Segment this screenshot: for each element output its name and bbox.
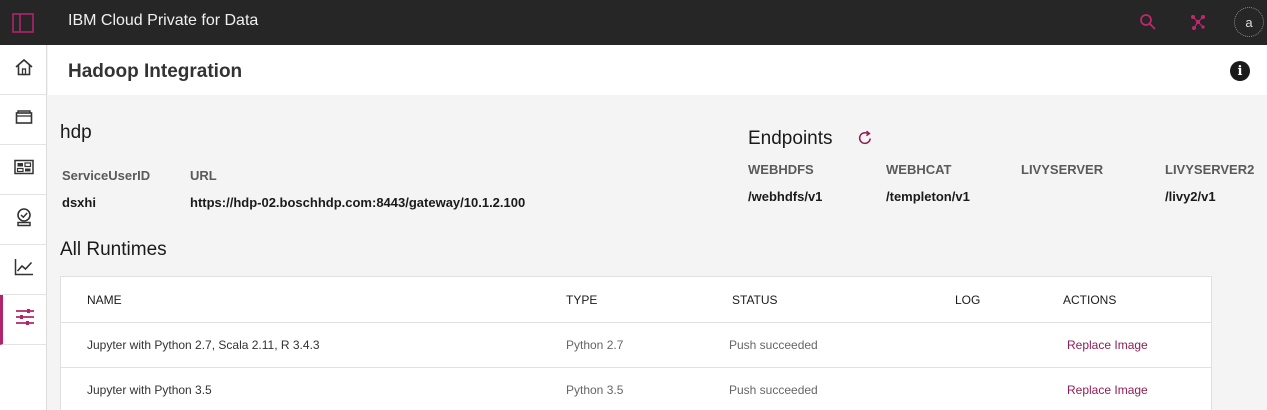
avatar[interactable]: a [1234,7,1264,37]
sidebar [0,45,47,410]
column-header-type[interactable]: TYPE [566,293,597,307]
sidebar-item-home[interactable] [0,45,47,95]
service-user-label: ServiceUserID [62,168,151,183]
column-header-name[interactable]: NAME [87,293,122,307]
endpoint-livyserver-label: LIVYSERVER [1021,162,1104,177]
runtime-name: Jupyter with Python 3.5 [87,383,212,397]
runtimes-title: All Runtimes [60,239,167,260]
badge-icon [14,207,34,232]
page-header: Hadoop Integration i [48,45,1267,95]
panel-icon[interactable] [0,0,45,45]
dashboard-icon [13,159,34,180]
column-header-log[interactable]: LOG [955,293,980,307]
service-user-value: dsxhi [62,195,96,210]
app-title: IBM Cloud Private for Data [68,12,259,29]
endpoints-title: Endpoints [748,128,833,149]
sidebar-item-analytics[interactable] [0,245,47,295]
folder-icon [15,109,33,130]
search-icon[interactable] [1134,8,1162,36]
refresh-icon[interactable] [856,129,874,147]
network-icon[interactable] [1184,8,1212,36]
sidebar-item-dashboards[interactable] [0,145,47,195]
runtimes-table: NAME TYPE STATUS LOG ACTIONS Jupyter wit… [60,276,1212,410]
endpoint-webhcat-value: /templeton/v1 [886,189,970,204]
replace-image-link[interactable]: Replace Image [1067,383,1148,397]
url-value: https://hdp-02.boschhdp.com:8443/gateway… [190,195,526,210]
sliders-icon [15,308,35,331]
sidebar-item-settings[interactable] [0,295,47,345]
table-row: Jupyter with Python 3.5 Python 3.5 Push … [61,367,1211,410]
sidebar-item-models[interactable] [0,195,47,245]
cluster-name: hdp [60,122,92,143]
runtime-type: Python 2.7 [566,338,624,352]
url-label: URL [190,168,217,183]
line-chart-icon [14,258,34,281]
replace-image-link[interactable]: Replace Image [1067,338,1148,352]
page-title: Hadoop Integration [68,61,243,82]
column-header-actions: ACTIONS [1063,293,1117,307]
runtime-name: Jupyter with Python 2.7, Scala 2.11, R 3… [87,338,320,352]
column-header-status[interactable]: STATUS [732,293,778,307]
info-icon[interactable]: i [1230,61,1250,81]
endpoint-webhdfs-value: /webhdfs/v1 [748,189,823,204]
endpoint-livyserver2-value: /livy2/v1 [1165,189,1216,204]
home-icon [14,57,34,82]
endpoint-webhdfs-label: WEBHDFS [748,162,814,177]
runtime-status: Push succeeded [729,338,818,352]
runtime-type: Python 3.5 [566,383,624,397]
endpoint-livyserver2-label: LIVYSERVER2 [1165,162,1255,177]
runtime-status: Push succeeded [729,383,818,397]
table-row: Jupyter with Python 2.7, Scala 2.11, R 3… [61,322,1211,367]
endpoint-webhcat-label: WEBHCAT [886,162,952,177]
sidebar-item-projects[interactable] [0,95,47,145]
top-bar: IBM Cloud Private for Data a [0,0,1267,45]
